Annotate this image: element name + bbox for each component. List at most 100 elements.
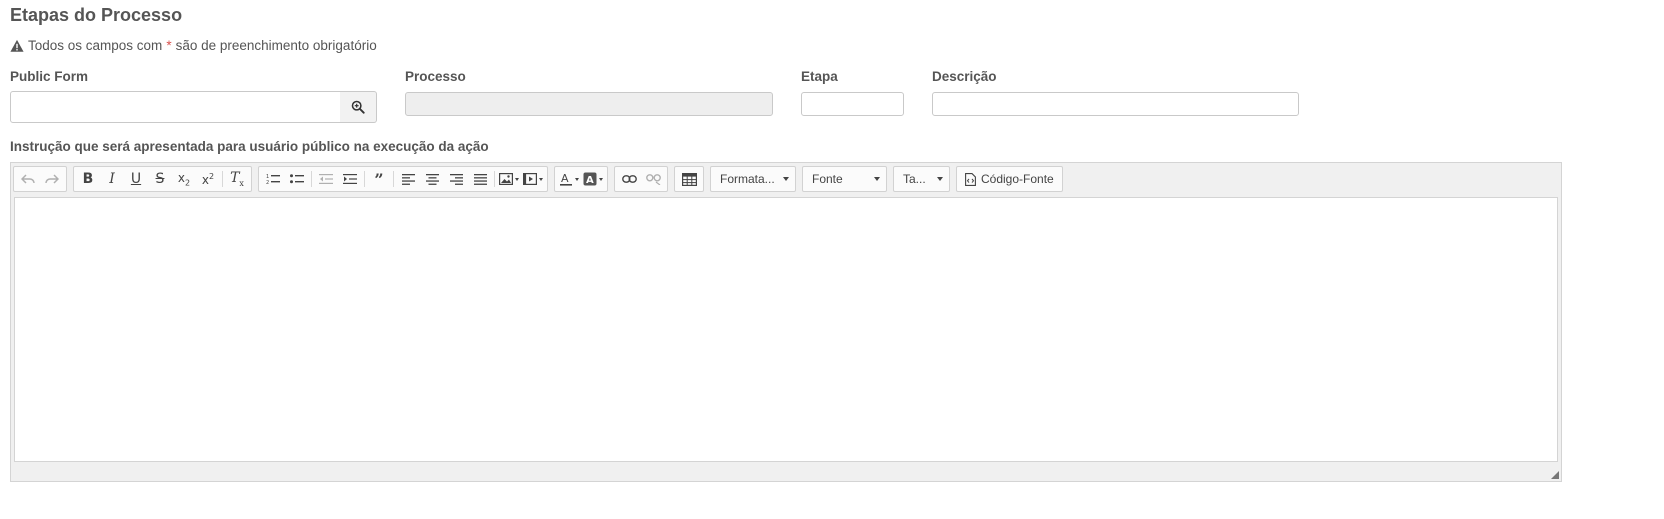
bulleted-list-icon	[290, 174, 304, 184]
public-form-label: Public Form	[10, 69, 89, 84]
justify-button[interactable]	[468, 168, 492, 190]
svg-text:2: 2	[266, 180, 269, 185]
bulleted-list-button[interactable]	[285, 168, 309, 190]
italic-button[interactable]: I	[100, 168, 124, 190]
format-select-value: Formata...	[720, 172, 775, 186]
strikethrough-button[interactable]: S	[148, 168, 172, 190]
rich-text-editor: B I U S x2 x2 Tx 12 ” A A Formata... Fon…	[10, 162, 1562, 482]
undo-icon	[21, 174, 35, 184]
public-form-search-button[interactable]	[340, 91, 377, 123]
italic-icon: I	[109, 171, 115, 187]
link-icon	[621, 175, 637, 183]
align-right-button[interactable]	[444, 168, 468, 190]
background-color-icon: A	[583, 172, 597, 186]
remove-format-button[interactable]: Tx	[225, 168, 249, 190]
remove-format-icon: Tx	[230, 170, 244, 188]
insert-image-button[interactable]	[497, 168, 521, 190]
align-right-icon	[449, 173, 463, 185]
unlink-icon	[645, 174, 661, 185]
decrease-indent-button[interactable]	[314, 168, 338, 190]
align-left-button[interactable]	[396, 168, 420, 190]
align-justify-icon	[473, 173, 487, 185]
indent-icon	[343, 174, 357, 184]
chevron-down-icon	[783, 177, 789, 181]
undo-redo-group	[13, 166, 67, 192]
list-indent-group: 12 ”	[258, 166, 548, 192]
text-color-icon: A	[560, 172, 572, 186]
chevron-down-icon	[515, 177, 519, 181]
toolbar-separator	[393, 171, 394, 187]
font-select-value: Fonte	[812, 172, 843, 186]
svg-text:A: A	[586, 175, 594, 186]
color-group: A A	[554, 166, 608, 192]
descricao-label: Descrição	[932, 69, 997, 84]
toolbar-separator	[311, 171, 312, 187]
svg-text:A: A	[561, 172, 569, 185]
source-code-icon	[965, 172, 976, 186]
source-code-button[interactable]: Código-Fonte	[956, 166, 1063, 192]
text-style-group: B I U S x2 x2 Tx	[73, 166, 252, 192]
image-icon	[499, 173, 513, 185]
numbered-list-icon: 12	[266, 174, 280, 185]
align-center-button[interactable]	[420, 168, 444, 190]
page-title: Etapas do Processo	[10, 5, 183, 25]
insert-link-button[interactable]	[617, 168, 641, 190]
superscript-icon: x2	[201, 171, 215, 187]
required-star: *	[166, 38, 172, 53]
toolbar-separator	[494, 171, 495, 187]
warning-icon	[10, 39, 24, 52]
blockquote-button[interactable]: ”	[367, 168, 391, 190]
outdent-icon	[319, 174, 333, 184]
instruction-editor-label: Instrução que será apresentada para usuá…	[10, 139, 489, 154]
underline-icon: U	[130, 171, 142, 187]
align-center-icon	[425, 173, 439, 185]
chevron-down-icon	[937, 177, 943, 181]
chevron-down-icon	[599, 177, 603, 181]
insert-table-button[interactable]	[677, 168, 701, 190]
size-select-value: Ta...	[903, 172, 926, 186]
zoom-in-icon	[351, 100, 365, 114]
required-note-prefix: Todos os campos com	[28, 38, 163, 53]
bold-icon: B	[82, 171, 94, 187]
remove-link-button[interactable]	[641, 168, 665, 190]
underline-button[interactable]: U	[124, 168, 148, 190]
table-group	[674, 166, 704, 192]
subscript-button[interactable]: x2	[172, 168, 196, 190]
editor-toolbar: B I U S x2 x2 Tx 12 ” A A Formata... Fon…	[13, 165, 1559, 193]
subscript-icon: x2	[177, 170, 191, 188]
chevron-down-icon	[539, 177, 543, 181]
processo-input	[405, 92, 773, 116]
chevron-down-icon	[874, 177, 880, 181]
font-select[interactable]: Fonte	[802, 166, 887, 192]
superscript-button[interactable]: x2	[196, 168, 220, 190]
etapa-label: Etapa	[801, 69, 838, 84]
table-icon	[681, 172, 697, 186]
link-group	[614, 166, 668, 192]
toolbar-separator	[364, 171, 365, 187]
format-select[interactable]: Formata...	[710, 166, 796, 192]
descricao-input[interactable]	[932, 92, 1299, 116]
source-code-label: Código-Fonte	[981, 172, 1054, 186]
align-left-icon	[401, 173, 415, 185]
strikethrough-icon: S	[155, 171, 165, 187]
text-color-button[interactable]: A	[557, 168, 581, 190]
public-form-input[interactable]	[10, 91, 341, 123]
required-note-suffix: são de preenchimento obrigatório	[175, 38, 377, 53]
background-color-button[interactable]: A	[581, 168, 605, 190]
redo-button[interactable]	[40, 168, 64, 190]
bold-button[interactable]: B	[76, 168, 100, 190]
increase-indent-button[interactable]	[338, 168, 362, 190]
quote-icon: ”	[374, 169, 384, 189]
numbered-list-button[interactable]: 12	[261, 168, 285, 190]
etapa-input[interactable]	[801, 92, 904, 116]
size-select[interactable]: Ta...	[893, 166, 950, 192]
toolbar-separator	[222, 171, 223, 187]
editor-content-area[interactable]	[14, 197, 1558, 462]
required-fields-note: Todos os campos com * são de preenchimen…	[10, 38, 377, 53]
chevron-down-icon	[575, 177, 579, 181]
media-icon	[523, 173, 537, 185]
undo-button[interactable]	[16, 168, 40, 190]
redo-icon	[45, 174, 59, 184]
insert-media-button[interactable]	[521, 168, 545, 190]
resize-handle-icon[interactable]	[1551, 471, 1559, 479]
